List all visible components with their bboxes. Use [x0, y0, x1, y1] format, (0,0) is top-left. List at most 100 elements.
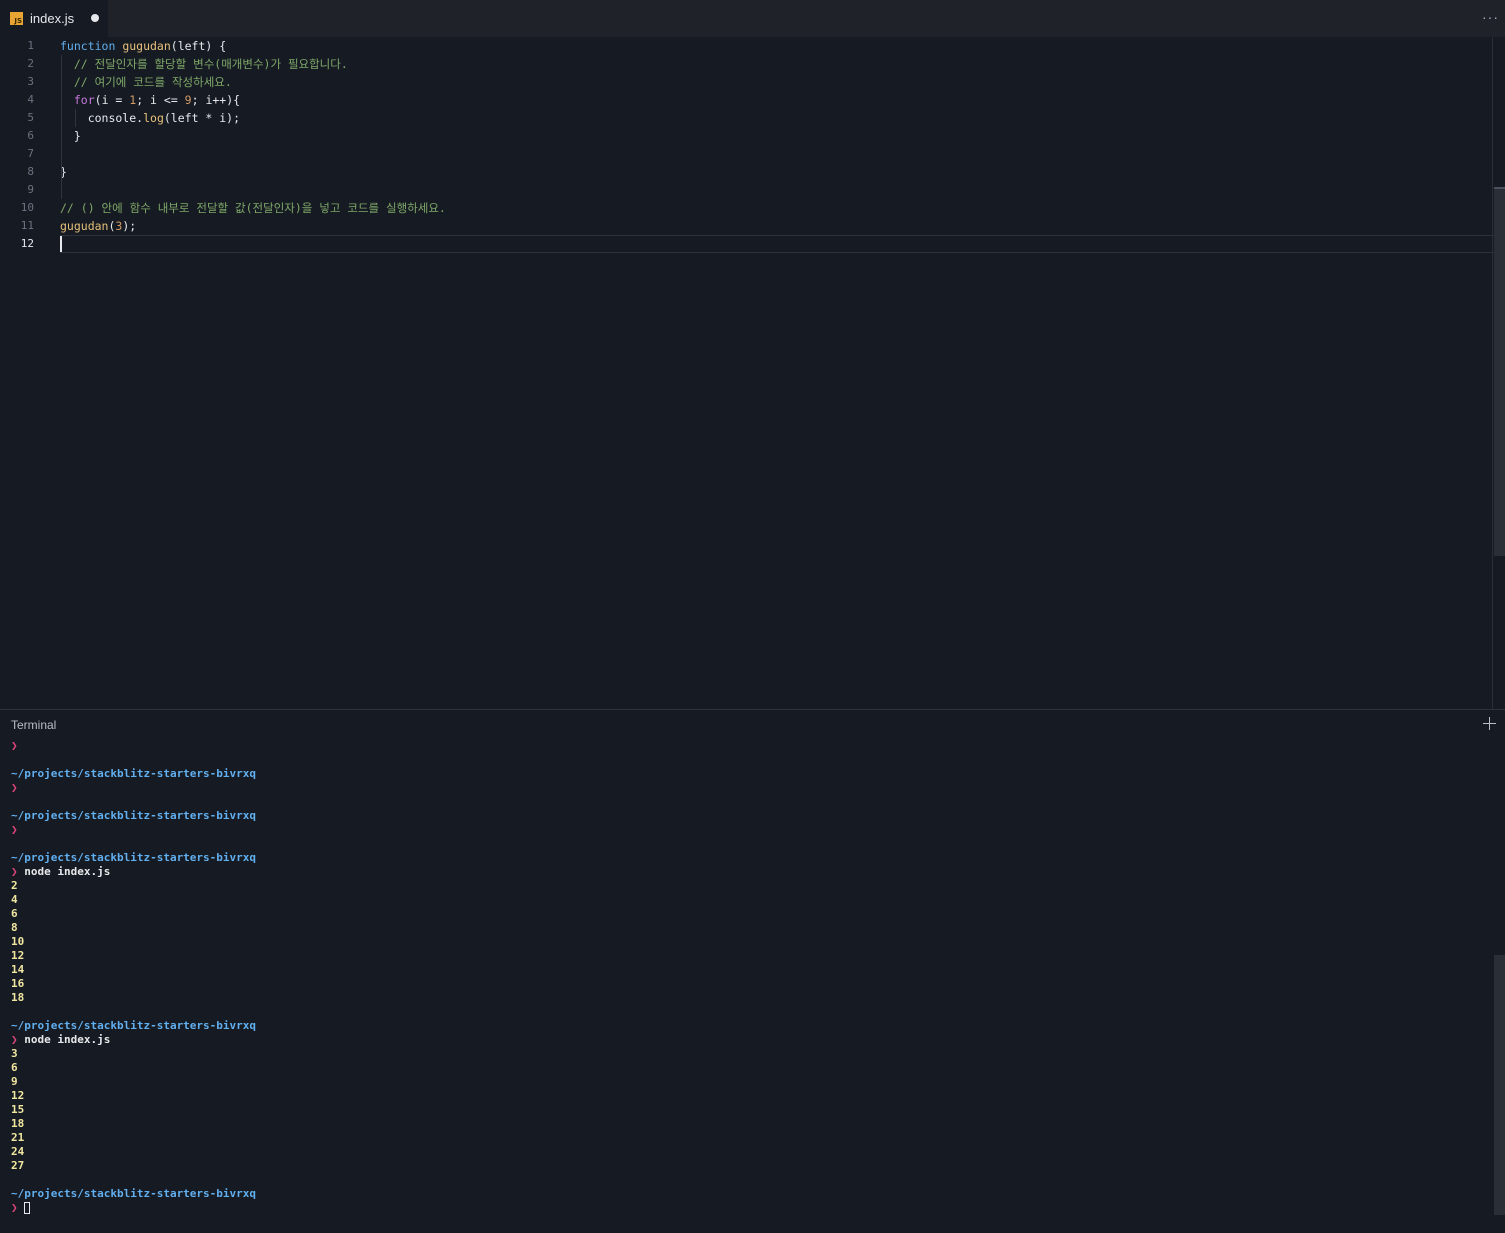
terminal-line: ~/projects/stackblitz-starters-bivrxq — [11, 767, 256, 781]
terminal-output-value: 16 — [11, 977, 25, 990]
line-number: 12 — [20, 237, 34, 250]
code-text: // () 안에 함수 내부로 전달할 값(전달인자)을 넣고 코드를 실행하세… — [60, 199, 446, 217]
terminal-output-value: 14 — [11, 963, 25, 976]
terminal-line: 14 — [11, 963, 256, 977]
terminal-line: 27 — [11, 1159, 256, 1173]
code-token: ; i++){ — [191, 93, 241, 107]
terminal-path: ~/projects/stackblitz-starters-bivrxq — [11, 1019, 257, 1032]
code-token: } — [60, 129, 81, 143]
line-number: 7 — [27, 147, 34, 160]
line-number: 6 — [27, 129, 34, 142]
prompt-symbol: ❯ — [11, 1201, 18, 1214]
tab-index-js[interactable]: JS index.js — [0, 0, 108, 37]
code-line[interactable]: 8} — [0, 163, 1492, 181]
unsaved-dot-icon[interactable] — [91, 14, 99, 22]
terminal-output-value: 6 — [11, 907, 18, 920]
terminal-line: 21 — [11, 1131, 256, 1145]
code-line[interactable]: 9 — [0, 181, 1492, 199]
terminal-line: 4 — [11, 893, 256, 907]
line-number: 8 — [27, 165, 34, 178]
editor-scrollbar[interactable] — [1492, 37, 1505, 709]
code-text: function gugudan(left) { — [60, 37, 226, 55]
terminal-line: 6 — [11, 1061, 256, 1075]
code-line[interactable]: 4 for(i = 1; i <= 9; i++){ — [0, 91, 1492, 109]
more-actions-icon[interactable]: ··· — [1482, 9, 1499, 25]
code-line[interactable]: 1 function gugudan(left) { — [0, 37, 1492, 55]
prompt-symbol: ❯ — [11, 823, 18, 836]
code-token: log — [143, 111, 164, 125]
terminal-line: ❯ node index.js — [11, 1033, 256, 1047]
prompt-symbol: ❯ — [11, 1033, 18, 1046]
terminal-line: ❯ — [11, 781, 256, 795]
code-line[interactable]: 6 } — [0, 127, 1492, 145]
terminal-line: ❯ — [11, 739, 256, 753]
terminal-output-value: 12 — [11, 1089, 25, 1102]
line-number: 4 — [27, 93, 34, 106]
code-lines[interactable]: 1 function gugudan(left) {2 // 전달인자를 할당할 … — [0, 37, 1492, 253]
terminal-output-value: 8 — [11, 921, 18, 934]
code-text: for(i = 1; i <= 9; i++){ — [60, 91, 240, 109]
terminal-line: 10 — [11, 935, 256, 949]
terminal-line: ❯ — [11, 1201, 256, 1215]
line-number: 5 — [27, 111, 34, 124]
terminal-scrollbar-thumb[interactable] — [1494, 955, 1505, 1215]
terminal-path: ~/projects/stackblitz-starters-bivrxq — [11, 809, 257, 822]
code-token: gugudan — [122, 39, 171, 53]
terminal-line: 12 — [11, 1089, 256, 1103]
terminal-command: node index.js — [17, 1033, 111, 1046]
terminal-output-value: 18 — [11, 991, 25, 1004]
terminal-line: ~/projects/stackblitz-starters-bivrxq — [11, 851, 256, 865]
terminal-output-value: 2 — [11, 879, 18, 892]
terminal-path: ~/projects/stackblitz-starters-bivrxq — [11, 767, 257, 780]
code-token: (i = — [94, 93, 130, 107]
terminal-output-value: 24 — [11, 1145, 25, 1158]
prompt-symbol: ❯ — [11, 781, 18, 794]
code-token: // 여기에 코드를 작성하세요. — [73, 75, 232, 89]
terminal-line: ~/projects/stackblitz-starters-bivrxq — [11, 1187, 256, 1201]
code-text: } — [60, 127, 81, 145]
tab-label: index.js — [30, 11, 75, 26]
terminal-line: ❯ node index.js — [11, 865, 256, 879]
prompt-symbol: ❯ — [11, 739, 18, 752]
line-number: 3 — [27, 75, 34, 88]
terminal-line: 15 — [11, 1103, 256, 1117]
code-line[interactable]: 2 // 전달인자를 할당할 변수(매개변수)가 필요합니다. — [0, 55, 1492, 73]
terminal-line: ❯ — [11, 823, 256, 837]
terminal-line: 18 — [11, 1117, 256, 1131]
terminal-path: ~/projects/stackblitz-starters-bivrxq — [11, 851, 257, 864]
line-number: 9 — [27, 183, 34, 196]
code-line[interactable]: 10 // () 안에 함수 내부로 전달할 값(전달인자)을 넣고 코드를 실행… — [0, 199, 1492, 217]
terminal-output-value: 21 — [11, 1131, 25, 1144]
line-number: 1 — [27, 39, 34, 52]
code-editor[interactable]: 1 function gugudan(left) {2 // 전달인자를 할당할 … — [0, 37, 1505, 709]
new-terminal-plus-icon[interactable] — [1483, 717, 1496, 730]
terminal-title: Terminal — [11, 718, 57, 732]
terminal-panel[interactable]: Terminal ❯ ~/projects/stackblitz-starters… — [0, 709, 1505, 1233]
terminal-line: 9 — [11, 1075, 256, 1089]
code-line[interactable]: 3 // 여기에 코드를 작성하세요. — [0, 73, 1492, 91]
terminal-line: 12 — [11, 949, 256, 963]
terminal-line: 18 — [11, 991, 256, 1005]
line-number: 11 — [20, 219, 34, 232]
terminal-output-value: 9 — [11, 1075, 18, 1088]
indent-guide — [61, 55, 62, 199]
code-line[interactable]: 11 gugudan(3); — [0, 217, 1492, 235]
line-number: 10 — [20, 201, 34, 214]
terminal-output-value: 15 — [11, 1103, 25, 1116]
terminal-output-value: 18 — [11, 1117, 25, 1130]
code-line[interactable]: 5 console.log(left * i); — [0, 109, 1492, 127]
terminal-output[interactable]: ❯ ~/projects/stackblitz-starters-bivrxq ❯ ~… — [11, 739, 256, 1215]
code-token: // () 안에 함수 내부로 전달할 값(전달인자)을 넣고 코드를 실행하세… — [60, 201, 446, 215]
terminal-output-value: 4 — [11, 893, 18, 906]
tab-bar: JS index.js ··· — [0, 0, 1505, 37]
editor-scrollbar-thumb[interactable] — [1494, 188, 1505, 556]
indent-guide — [75, 109, 76, 127]
terminal-line: 3 — [11, 1047, 256, 1061]
code-line[interactable]: 7 — [0, 145, 1492, 163]
terminal-path: ~/projects/stackblitz-starters-bivrxq — [11, 1187, 257, 1200]
